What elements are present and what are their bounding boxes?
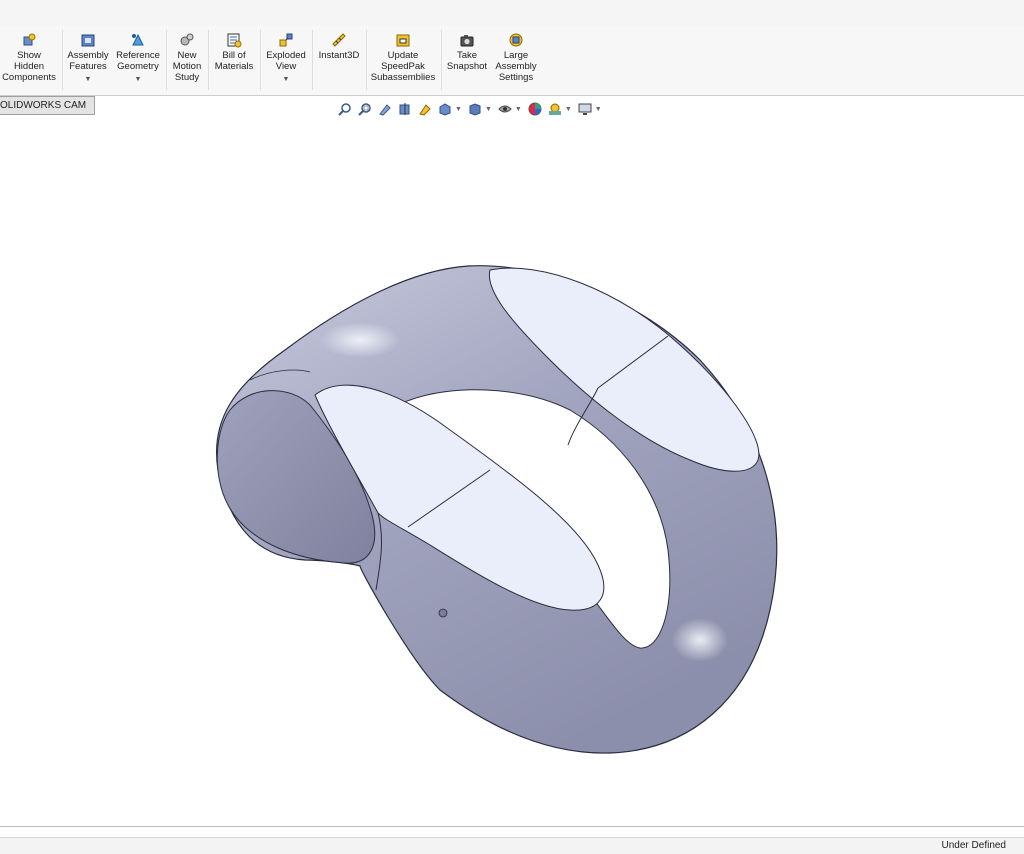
bill-of-materials-icon — [227, 33, 242, 48]
graphics-area[interactable] — [0, 118, 1024, 824]
title-bar — [0, 0, 1024, 27]
zoom-to-area-icon[interactable] — [357, 101, 373, 117]
edit-appearance-icon[interactable] — [527, 101, 543, 117]
assembly-features-icon — [81, 34, 95, 47]
camera-icon — [460, 35, 474, 47]
instant3d-label: Instant3D — [318, 50, 360, 61]
view-settings-icon[interactable] — [577, 101, 593, 117]
instant3d-button[interactable]: Instant3D — [314, 26, 364, 94]
dropdown-arrow-icon[interactable]: ▼ — [595, 106, 602, 113]
assembly-features-label: Assembly Features — [67, 50, 109, 72]
exploded-view-button[interactable]: Exploded View ▼ — [262, 26, 310, 94]
dropdown-arrow-icon[interactable]: ▼ — [515, 106, 522, 113]
graphics-area-bottom-border — [0, 826, 1024, 827]
ribbon-separator — [312, 30, 313, 90]
reference-geometry-icon — [132, 33, 144, 46]
bill-of-materials-button[interactable]: Bill of Materials — [210, 26, 258, 94]
large-assembly-settings-label: Large Assembly Settings — [495, 50, 537, 83]
show-hidden-components-button[interactable]: Show Hidden Components — [0, 26, 58, 94]
ribbon-separator — [166, 30, 167, 90]
show-hidden-components-icon — [23, 33, 36, 46]
dropdown-arrow-icon[interactable]: ▼ — [455, 106, 462, 113]
large-assembly-icon — [509, 33, 523, 47]
reference-geometry-label: Reference Geometry — [116, 50, 160, 72]
large-assembly-settings-button[interactable]: Large Assembly Settings — [492, 26, 540, 94]
exploded-view-label: Exploded View — [266, 50, 306, 72]
ribbon-separator — [441, 30, 442, 90]
heads-up-view-toolbar: ▼ ▼ ▼ ▼ ▼ — [337, 100, 607, 118]
3d-model-link[interactable] — [216, 265, 778, 754]
view-orientation-icon[interactable] — [437, 101, 453, 117]
hide-show-items-icon[interactable] — [497, 101, 513, 117]
reference-geometry-button[interactable]: Reference Geometry ▼ — [113, 26, 163, 94]
update-speedpak-label: Update SpeedPak Subassemblies — [370, 50, 436, 83]
model-highlight — [672, 618, 728, 662]
ribbon-separator — [366, 30, 367, 90]
dynamic-annotation-icon[interactable] — [417, 101, 433, 117]
status-bar: Under Defined — [0, 837, 1024, 854]
ribbon-separator — [260, 30, 261, 90]
dropdown-arrow-icon[interactable]: ▼ — [283, 74, 290, 85]
model-hole[interactable] — [438, 608, 448, 618]
tab-solidworks-cam[interactable]: OLIDWORKS CAM — [0, 96, 96, 115]
zoom-to-fit-icon[interactable] — [337, 101, 353, 117]
status-under-defined: Under Defined — [941, 840, 1006, 851]
display-style-icon[interactable] — [467, 101, 483, 117]
dropdown-arrow-icon[interactable]: ▼ — [85, 74, 92, 85]
new-motion-study-label: New Motion Study — [172, 50, 202, 83]
ribbon-separator — [62, 30, 63, 90]
command-manager-ribbon: Show Hidden Components Assembly Features… — [0, 26, 1024, 96]
motion-study-icon — [180, 33, 194, 46]
dropdown-arrow-icon[interactable]: ▼ — [135, 74, 142, 85]
previous-view-icon[interactable] — [377, 101, 393, 117]
show-hidden-components-label: Show Hidden Components — [2, 50, 56, 83]
new-motion-study-button[interactable]: New Motion Study — [168, 26, 206, 94]
apply-scene-icon[interactable] — [547, 101, 563, 117]
update-speedpak-button[interactable]: Update SpeedPak Subassemblies — [368, 26, 438, 94]
section-view-icon[interactable] — [397, 101, 413, 117]
exploded-view-icon — [279, 33, 293, 47]
take-snapshot-label: Take Snapshot — [446, 50, 488, 72]
model-highlight — [320, 322, 400, 358]
instant3d-icon — [332, 33, 346, 47]
take-snapshot-button[interactable]: Take Snapshot — [444, 26, 490, 94]
speedpak-icon — [396, 34, 410, 47]
ribbon-separator — [208, 30, 209, 90]
dropdown-arrow-icon[interactable]: ▼ — [485, 106, 492, 113]
bill-of-materials-label: Bill of Materials — [214, 50, 254, 72]
dropdown-arrow-icon[interactable]: ▼ — [565, 106, 572, 113]
assembly-features-button[interactable]: Assembly Features ▼ — [64, 26, 112, 94]
